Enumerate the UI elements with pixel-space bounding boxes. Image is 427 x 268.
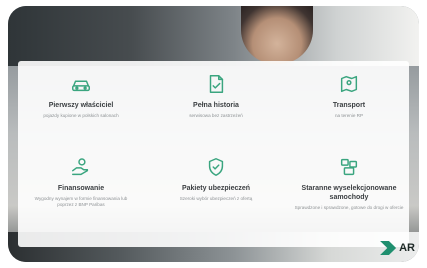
feature-description: na terenie RP — [334, 113, 364, 118]
feature-transport: Transport na terenie RP — [294, 73, 404, 119]
money-hand-icon — [70, 156, 92, 178]
feature-financing: Finansowanie Wygodny wynajem w formie fi… — [26, 156, 136, 208]
feature-title: Finansowanie — [57, 185, 105, 192]
feature-title: Transport — [332, 102, 366, 109]
brand-logo[interactable]: AR — [380, 240, 415, 256]
logo-mark — [380, 241, 397, 255]
feature-selected-cars: Staranne wyselekcjonowane samochody Spra… — [294, 156, 404, 211]
feature-title: Pakiety ubezpieczeń — [181, 185, 251, 192]
feature-description: Wygodny wynajem w formie finansowania lu… — [34, 196, 128, 207]
feature-title: Pierwszy właściciel — [48, 102, 114, 109]
feature-title: Pełna historia — [193, 102, 239, 109]
feature-description: Szeroki wybór ubezpieczeń z ofertą — [179, 196, 253, 201]
map-pin-icon — [338, 73, 360, 95]
features-panel: Pierwszy właściciel pojazdy kupione w po… — [18, 61, 409, 247]
document-check-icon — [205, 73, 227, 95]
brand-name: AR — [399, 242, 415, 254]
stack-icon — [338, 156, 360, 178]
feature-insurance: Pakiety ubezpieczeń Szeroki wybór ubezpi… — [161, 156, 271, 202]
photo-background-top — [8, 6, 419, 66]
feature-title: Staranne wyselekcjonowane samochody — [301, 185, 397, 201]
shield-icon — [205, 156, 227, 178]
hero-card: Pierwszy właściciel pojazdy kupione w po… — [8, 6, 419, 262]
feature-description: serwisowa bez zastrzeżeń — [189, 113, 243, 118]
feature-description: pojazdy kupione w polskich salonach — [43, 113, 119, 118]
feature-full-history: Pełna historia serwisowa bez zastrzeżeń — [161, 73, 271, 119]
feature-description: Sprawdzone i sprawdzone, gotowe do drogi… — [294, 205, 404, 210]
car-icon — [70, 73, 92, 95]
feature-first-owner: Pierwszy właściciel pojazdy kupione w po… — [26, 73, 136, 119]
